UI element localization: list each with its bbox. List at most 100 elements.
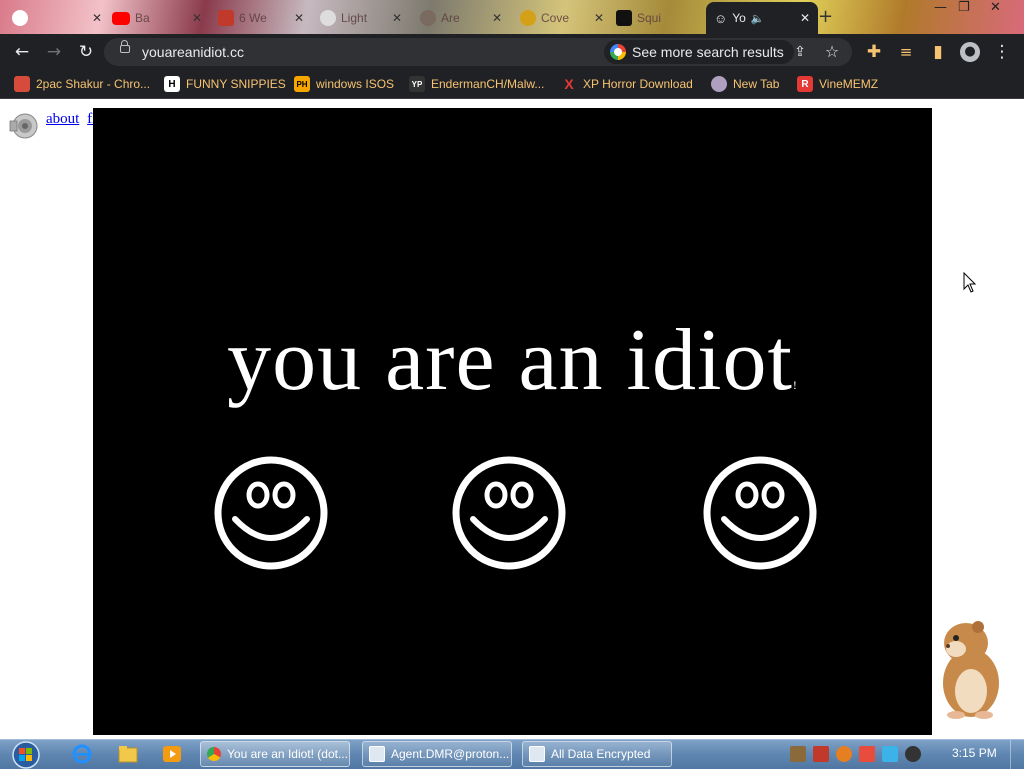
bookmark-item[interactable]: H FUNNY SNIPPIES <box>164 75 286 93</box>
browser-tab[interactable]: Ba ✕ <box>112 5 202 31</box>
search-chip-label: See more search results <box>632 44 784 60</box>
headline-suffix: ! <box>792 378 798 392</box>
tray-volume-icon[interactable] <box>905 746 921 762</box>
browser-tab-strip: ✕ Ba ✕ 6 We ✕ Light ✕ Are ✕ Cove ✕ Squi … <box>0 0 1024 34</box>
tab-label: Yo <box>732 11 746 25</box>
tray-hamster-icon[interactable] <box>790 746 806 762</box>
bookmark-favicon-icon: X <box>564 76 574 92</box>
tray-search-icon[interactable] <box>836 746 852 762</box>
tab-label: Squi <box>637 11 662 25</box>
tab-label: Are <box>441 11 460 25</box>
close-tab-icon[interactable]: ✕ <box>92 11 102 25</box>
close-tab-icon[interactable]: ✕ <box>392 11 402 25</box>
smiley-icon: ☺ <box>714 10 728 26</box>
forward-icon[interactable]: → <box>44 42 64 62</box>
bookmark-label: New Tab <box>733 77 780 91</box>
bookmark-label: VineMEMZ <box>819 77 879 91</box>
bookmark-label: XP Horror Download <box>583 77 693 91</box>
bookmark-label: EndermanCH/Malw... <box>431 77 545 91</box>
url-text[interactable]: youareanidiot.cc <box>142 44 244 60</box>
side-panel-icon[interactable]: ▮ <box>928 42 948 62</box>
share-icon[interactable]: ⇪ <box>790 42 810 62</box>
start-orb-icon[interactable] <box>6 740 44 769</box>
file-explorer-icon[interactable] <box>116 743 140 765</box>
tab-label: Cove <box>541 11 570 25</box>
taskbar-window-button[interactable]: All Data Encrypted <box>522 741 672 767</box>
web-page: about flash you are an idiot! <box>0 103 1024 739</box>
bookmark-label: FUNNY SNIPPIES <box>186 77 286 91</box>
close-tab-icon[interactable]: ✕ <box>594 11 604 25</box>
bookmark-item[interactable]: New Tab <box>711 75 779 93</box>
taskbar-window-button[interactable]: You are an Idiot! (dot... <box>200 741 350 767</box>
reload-icon[interactable]: ↻ <box>76 42 96 62</box>
bookmark-item[interactable]: 2pac Shakur - Chro... <box>14 75 150 93</box>
browser-tab[interactable]: Squi <box>616 5 700 31</box>
tab-label: Light <box>341 11 368 25</box>
google-icon <box>610 44 626 60</box>
extensions-icon[interactable]: ✚ <box>864 42 884 62</box>
bookmark-favicon-icon: YP <box>409 76 425 92</box>
headline-text: you are an idiot! <box>93 310 932 411</box>
audio-playing-icon[interactable]: 🔈 <box>751 12 765 25</box>
profile-avatar-icon[interactable]: ● <box>960 42 980 62</box>
tab-site-icon <box>320 10 336 26</box>
browser-tab[interactable]: Cove ✕ <box>520 5 604 31</box>
window-icon <box>529 746 545 762</box>
bookmark-favicon-icon: PH <box>294 76 310 92</box>
youtube-icon <box>112 11 130 25</box>
browser-tab-active[interactable]: ☺ Yo 🔈 ✕ <box>706 2 818 34</box>
menu-kebab-icon[interactable]: ⋮ <box>992 42 1012 62</box>
tab-site-icon <box>520 10 536 26</box>
browser-tab[interactable]: ✕ <box>12 5 102 31</box>
restore-icon[interactable]: ❐ <box>958 0 970 15</box>
taskbar-window-label: Agent.DMR@proton... <box>391 747 510 761</box>
browser-tab[interactable]: Are ✕ <box>420 5 502 31</box>
bookmark-star-icon[interactable]: ☆ <box>822 42 842 62</box>
tray-tool-icon[interactable] <box>813 746 829 762</box>
bookmark-item[interactable]: YP EndermanCH/Malw... <box>409 75 544 93</box>
speaker-icon[interactable] <box>8 111 38 141</box>
bookmark-item[interactable]: R VineMEMZ <box>797 75 878 93</box>
close-window-icon[interactable]: ✕ <box>990 0 1001 15</box>
window-icon <box>369 746 385 762</box>
system-tray <box>790 746 921 762</box>
bookmark-favicon-icon: R <box>797 76 813 92</box>
close-tab-icon[interactable]: ✕ <box>294 11 304 25</box>
google-icon <box>12 10 28 26</box>
chrome-icon <box>207 747 221 761</box>
new-tab-button[interactable]: + <box>818 6 833 27</box>
address-bar[interactable]: youareanidiot.cc See more search results… <box>104 38 852 66</box>
tab-app-icon <box>218 10 234 26</box>
tab-site-icon <box>616 10 632 26</box>
smiley-face-icon <box>452 456 566 570</box>
media-queue-icon[interactable]: ≡ <box>896 42 916 62</box>
close-tab-icon[interactable]: ✕ <box>800 11 810 25</box>
bookmark-favicon-icon <box>14 76 30 92</box>
hamster-desktop-pet[interactable] <box>926 613 1010 723</box>
search-chip[interactable]: See more search results <box>604 40 794 64</box>
close-tab-icon[interactable]: ✕ <box>192 11 202 25</box>
about-link[interactable]: about <box>46 111 79 127</box>
mouse-cursor-icon <box>963 272 977 293</box>
media-player-icon[interactable] <box>160 743 184 765</box>
internet-explorer-icon[interactable] <box>70 743 94 765</box>
headline-main: you are an idiot <box>227 312 793 409</box>
bookmark-favicon-icon: H <box>164 76 180 92</box>
bookmark-item[interactable]: PH windows ISOS <box>294 75 394 93</box>
taskbar-window-label: You are an Idiot! (dot... <box>227 747 348 761</box>
taskbar-window-label: All Data Encrypted <box>551 747 651 761</box>
tray-display-icon[interactable] <box>882 746 898 762</box>
bookmark-item[interactable]: X XP Horror Download <box>561 75 693 93</box>
back-icon[interactable]: ← <box>12 42 32 62</box>
minimize-icon[interactable]: — <box>934 0 947 15</box>
show-desktop-button[interactable] <box>1010 740 1024 769</box>
browser-tab[interactable]: 6 We ✕ <box>218 5 304 31</box>
taskbar-window-button[interactable]: Agent.DMR@proton... <box>362 741 512 767</box>
taskbar-clock[interactable]: 3:15 PM <box>952 746 997 760</box>
lock-icon <box>120 40 130 53</box>
close-tab-icon[interactable]: ✕ <box>492 11 502 25</box>
tray-flag-icon[interactable] <box>859 746 875 762</box>
browser-tab[interactable]: Light ✕ <box>320 5 402 31</box>
browser-toolbar: ← → ↻ youareanidiot.cc See more search r… <box>0 34 1024 70</box>
windows-taskbar: You are an Idiot! (dot... Agent.DMR@prot… <box>0 739 1024 769</box>
